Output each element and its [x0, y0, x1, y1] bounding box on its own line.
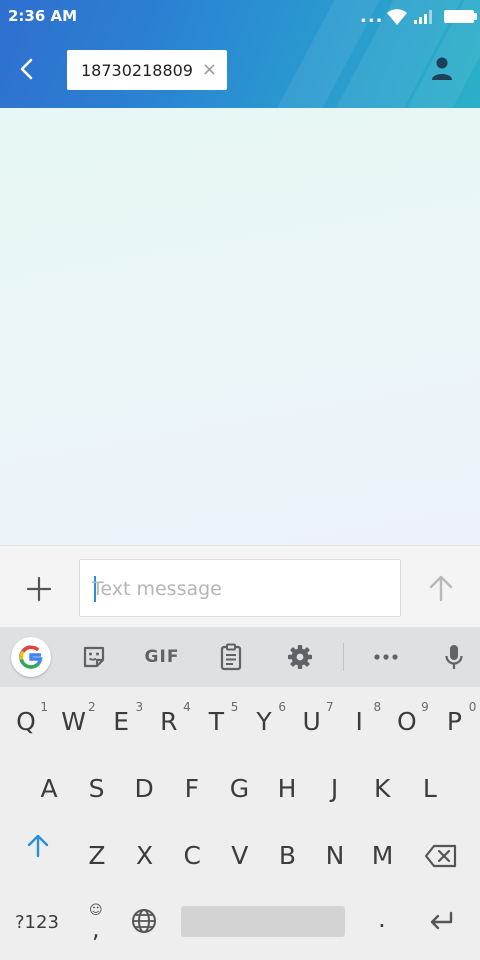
key-letter: N [325, 841, 345, 870]
key-number-hint: 7 [325, 700, 334, 714]
key-letter: J [330, 774, 339, 803]
shift-arrow-icon[interactable] [24, 830, 52, 860]
enter-arrow-icon[interactable] [427, 910, 455, 932]
key-letter: V [231, 841, 249, 870]
microphone-icon[interactable] [440, 627, 468, 687]
message-thread [0, 108, 480, 545]
key-w[interactable]: W2 [50, 691, 98, 751]
more-options-icon[interactable] [368, 627, 404, 687]
app-header: 2:36 AM ... 18730218809 × [0, 0, 480, 108]
key-u[interactable]: U7 [288, 691, 336, 751]
key-p[interactable]: P0 [430, 691, 478, 751]
clipboard-icon[interactable] [214, 627, 248, 687]
key-letter: G [229, 774, 250, 803]
key-q[interactable]: Q1 [2, 691, 50, 751]
status-time: 2:36 AM [8, 7, 78, 25]
key-number-hint: 2 [87, 700, 96, 714]
key-f[interactable]: F [168, 758, 216, 818]
key-g[interactable]: G [215, 758, 263, 818]
key-r[interactable]: R4 [145, 691, 193, 751]
key-letter: D [134, 774, 154, 803]
spacebar[interactable] [181, 906, 345, 937]
key-b[interactable]: B [263, 825, 311, 885]
key-letter: X [136, 841, 154, 870]
key-number-hint: 3 [135, 700, 144, 714]
key-number-hint: 5 [230, 700, 239, 714]
keyboard-toolbar: GIF [0, 627, 480, 687]
key-n[interactable]: N [311, 825, 359, 885]
key-s[interactable]: S [73, 758, 121, 818]
key-e[interactable]: E3 [97, 691, 145, 751]
back-arrow-icon[interactable] [14, 55, 40, 83]
key-k[interactable]: K [358, 758, 406, 818]
send-arrow-icon[interactable] [427, 573, 455, 603]
google-icon[interactable] [11, 637, 51, 677]
gif-label: GIF [144, 647, 180, 667]
key-t[interactable]: T5 [192, 691, 240, 751]
key-letter: L [422, 774, 437, 803]
wifi-icon [387, 9, 407, 25]
key-o[interactable]: O9 [383, 691, 431, 751]
comma-key[interactable]: ☺ , [86, 899, 108, 949]
text-message-input[interactable] [92, 574, 382, 604]
key-number-hint: 0 [468, 700, 477, 714]
key-letter: M [371, 841, 394, 870]
globe-icon[interactable] [131, 908, 157, 934]
more-indicator: ... [360, 6, 384, 27]
contact-icon[interactable] [430, 56, 454, 82]
key-letter: A [40, 774, 58, 803]
status-bar: 2:36 AM ... [0, 0, 480, 34]
toolbar-divider [343, 643, 344, 671]
key-c[interactable]: C [168, 825, 216, 885]
sticker-icon[interactable] [76, 627, 112, 687]
key-y[interactable]: Y6 [240, 691, 288, 751]
plus-icon[interactable] [24, 574, 54, 604]
soft-keyboard: Q1W2E3R4T5Y6U7I8O9P0 A SD F GH J K L Z XC VBNM ?… [0, 687, 480, 960]
key-letter: Z [88, 841, 106, 870]
key-letter: H [277, 774, 297, 803]
key-i[interactable]: I8 [335, 691, 383, 751]
settings-gear-icon[interactable] [283, 627, 317, 687]
key-letter: C [183, 841, 201, 870]
key-letter: S [88, 774, 105, 803]
key-letter: F [184, 774, 199, 803]
key-j[interactable]: J [311, 758, 359, 818]
key-d[interactable]: D [120, 758, 168, 818]
key-z[interactable]: Z [73, 825, 121, 885]
key-number-hint: 4 [183, 700, 191, 714]
compose-bar [0, 545, 480, 627]
recipient-number: 18730218809 [81, 60, 193, 80]
gif-button[interactable]: GIF [140, 627, 184, 687]
key-m[interactable]: M [359, 825, 407, 885]
key-letter: K [373, 774, 391, 803]
key-number-hint: 8 [373, 700, 382, 714]
key-number-hint: 1 [40, 700, 48, 714]
comma-char: , [92, 915, 100, 943]
key-number-hint: 9 [421, 700, 429, 714]
close-icon[interactable]: × [202, 59, 217, 80]
key-h[interactable]: H [263, 758, 311, 818]
key-v[interactable]: V [216, 825, 264, 885]
signal-icon [414, 10, 432, 24]
key-a[interactable]: A [25, 758, 73, 818]
key-letter: B [278, 841, 296, 870]
key-l[interactable]: L [406, 758, 454, 818]
key-x[interactable]: X [121, 825, 169, 885]
battery-icon [444, 10, 477, 23]
key-number-hint: 6 [278, 700, 286, 714]
period-key[interactable]: . [373, 905, 391, 933]
recipient-chip[interactable]: 18730218809 × [67, 50, 227, 90]
symbols-key[interactable]: ?123 [15, 912, 59, 933]
text-message-field[interactable] [79, 559, 401, 617]
backspace-icon[interactable] [424, 844, 458, 868]
